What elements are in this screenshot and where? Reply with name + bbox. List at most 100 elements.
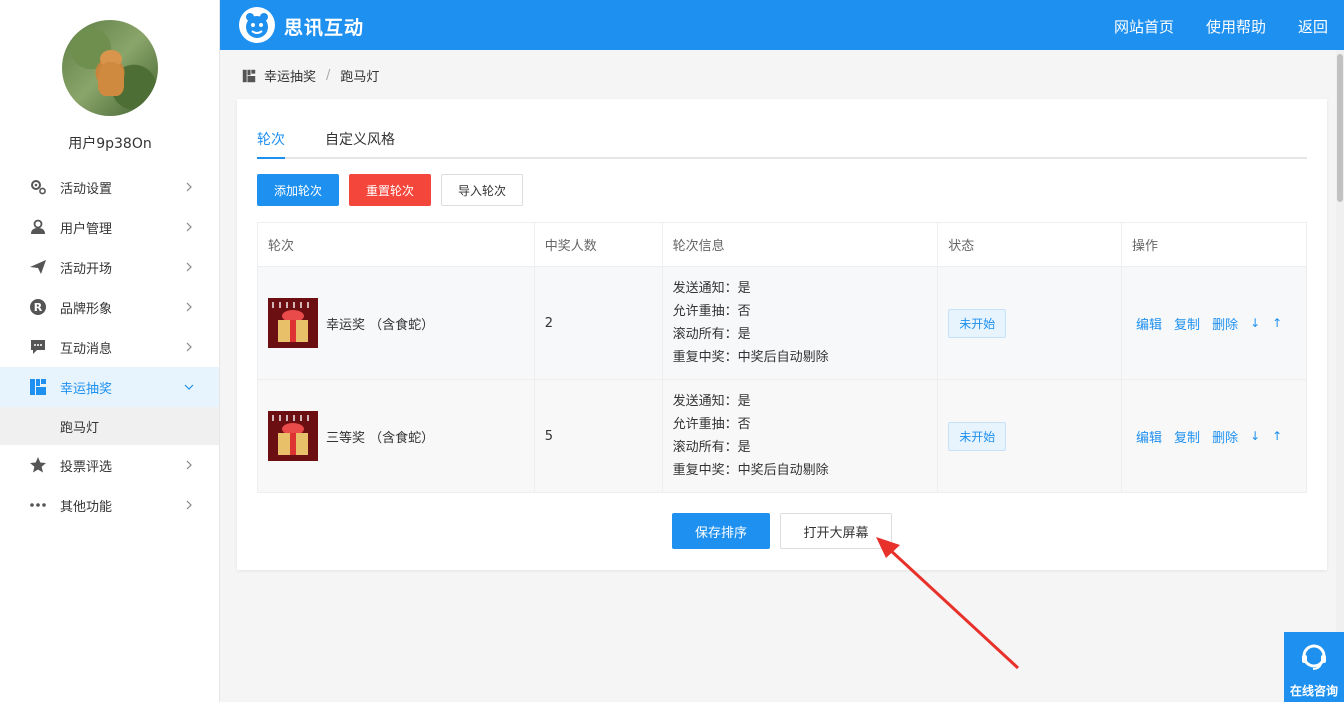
online-consult-button[interactable]: 在线咨询 (1284, 632, 1344, 702)
annotation-arrow (876, 537, 1020, 670)
username: 用户9p38On (68, 136, 152, 152)
prize-cell: 幸运奖 （含食蛇） (268, 298, 534, 348)
nav-help-link[interactable]: 使用帮助 (1206, 16, 1266, 37)
scrollbar-thumb[interactable] (1337, 54, 1343, 202)
top-nav: 网站首页 使用帮助 返回 (1082, 16, 1328, 37)
move-up-icon[interactable]: ↑ (1272, 429, 1282, 443)
round-info-cell: 发送通知：是 允许重抽：否 滚动所有：是 重复中奖：中奖后自动剔除 (661, 266, 939, 380)
chevron-down-icon (184, 384, 194, 390)
paper-plane-icon (28, 257, 48, 277)
sidebar-item-other-functions[interactable]: 其他功能 (0, 485, 219, 525)
table-row: 三等奖 （含食蛇） 5 发送通知：是 允许重抽：否 滚动所有：是 重复中奖：中奖… (257, 379, 1307, 493)
sidebar-item-label: 活动设置 (60, 181, 113, 197)
sidebar-subitem-label: 跑马灯 (60, 420, 100, 436)
add-round-button[interactable]: 添加轮次 (257, 174, 340, 206)
lottery-icon (242, 69, 256, 82)
column-header: 轮次信息 (661, 222, 939, 267)
prize-image (268, 411, 318, 461)
logo-icon[interactable] (239, 7, 275, 43)
table-header-row: 轮次 中奖人数 轮次信息 状态 操作 (257, 222, 1307, 267)
sidebar-item-voting[interactable]: 投票评选 (0, 445, 219, 485)
sidebar-item-activity-opening[interactable]: 活动开场 (0, 247, 219, 287)
round-name-cell: 幸运奖 （含食蛇） (257, 266, 535, 380)
status-badge: 未开始 (948, 308, 1007, 338)
chevron-right-icon (186, 342, 192, 352)
sidebar-item-label: 活动开场 (60, 261, 113, 277)
edit-link[interactable]: 编辑 (1136, 314, 1162, 333)
sidebar-item-label: 投票评选 (60, 459, 113, 475)
sidebar-item-user-management[interactable]: 用户管理 (0, 207, 219, 247)
chevron-right-icon (186, 460, 192, 470)
sidebar-item-lucky-draw[interactable]: 幸运抽奖 (0, 367, 219, 407)
round-name: 三等奖 （含食蛇） (326, 430, 435, 446)
gears-icon (28, 177, 48, 197)
reset-rounds-button[interactable]: 重置轮次 (349, 174, 432, 206)
prize-cell: 三等奖 （含食蛇） (268, 411, 534, 461)
nav-back-link[interactable]: 返回 (1298, 16, 1328, 37)
info-line: 滚动所有：是 (672, 327, 751, 342)
breadcrumb-current: 跑马灯 (340, 70, 380, 85)
status-cell: 未开始 (937, 266, 1123, 380)
nav-home-link[interactable]: 网站首页 (1114, 16, 1174, 37)
copy-link[interactable]: 复制 (1174, 314, 1200, 333)
sidebar-item-label: 互动消息 (60, 341, 113, 357)
round-name: 幸运奖 （含食蛇） (326, 317, 435, 333)
sidebar-menu: 活动设置 用户管理 活动开场 R 品牌形象 互动消息 幸运抽奖 跑马灯 投票评选… (0, 167, 219, 525)
move-up-icon[interactable]: ↑ (1272, 316, 1282, 330)
avatar[interactable] (62, 20, 158, 116)
copy-link[interactable]: 复制 (1174, 427, 1200, 446)
breadcrumb-item[interactable]: 幸运抽奖 (264, 66, 316, 85)
brand-name[interactable]: 思讯互动 (284, 13, 364, 40)
user-icon (28, 217, 48, 237)
delete-link[interactable]: 删除 (1212, 314, 1238, 333)
delete-link[interactable]: 删除 (1212, 427, 1238, 446)
round-name-cell: 三等奖 （含食蛇） (257, 379, 535, 493)
round-info-cell: 发送通知：是 允许重抽：否 滚动所有：是 重复中奖：中奖后自动剔除 (661, 379, 939, 493)
bottom-buttons: 保存排序 打开大屏幕 (672, 513, 902, 549)
info-line: 允许重抽：否 (672, 417, 751, 432)
move-down-icon[interactable]: ↓ (1250, 429, 1260, 443)
info-line: 允许重抽：否 (672, 304, 751, 319)
more-icon (28, 495, 48, 515)
import-rounds-button[interactable]: 导入轮次 (441, 174, 524, 206)
winners-count: 5 (533, 379, 663, 493)
info-line: 重复中奖：中奖后自动剔除 (672, 463, 829, 478)
sidebar: 用户9p38On 活动设置 用户管理 活动开场 R 品牌形象 互动消息 幸运抽奖… (0, 0, 220, 702)
tab-bar: 轮次 自定义风格 (257, 129, 1307, 159)
ops-cell: 编辑 复制 删除 ↓ ↑ (1121, 266, 1307, 380)
status-cell: 未开始 (937, 379, 1123, 493)
sidebar-subitem-marquee[interactable]: 跑马灯 (0, 407, 219, 445)
column-header: 中奖人数 (533, 222, 663, 267)
sidebar-item-activity-settings[interactable]: 活动设置 (0, 167, 219, 207)
status-badge: 未开始 (948, 421, 1007, 451)
main-card: 轮次 自定义风格 添加轮次 重置轮次 导入轮次 轮次 中奖人数 轮次信息 状态 … (237, 99, 1327, 570)
chevron-right-icon (186, 500, 192, 510)
rounds-table: 轮次 中奖人数 轮次信息 状态 操作 幸运奖 （含食蛇） 2 发送通知：是 允许… (257, 222, 1307, 493)
sidebar-item-label: 其他功能 (60, 499, 113, 515)
svg-text:R: R (34, 301, 43, 314)
sidebar-item-interactive-messages[interactable]: 互动消息 (0, 327, 219, 367)
save-order-button[interactable]: 保存排序 (672, 513, 770, 549)
tab-custom-style[interactable]: 自定义风格 (325, 129, 395, 157)
page-scrollbar[interactable] (1336, 50, 1344, 702)
headset-icon (1302, 644, 1326, 670)
breadcrumb-separator: / (326, 68, 331, 83)
ops-cell: 编辑 复制 删除 ↓ ↑ (1121, 379, 1307, 493)
move-down-icon[interactable]: ↓ (1250, 316, 1260, 330)
sidebar-item-label: 用户管理 (60, 221, 113, 237)
column-header: 操作 (1121, 222, 1307, 267)
lottery-icon (28, 377, 48, 397)
table-row: 幸运奖 （含食蛇） 2 发送通知：是 允许重抽：否 滚动所有：是 重复中奖：中奖… (257, 266, 1307, 380)
action-buttons: 添加轮次 重置轮次 导入轮次 (257, 174, 533, 206)
chat-icon (28, 337, 48, 357)
edit-link[interactable]: 编辑 (1136, 427, 1162, 446)
tab-rounds[interactable]: 轮次 (257, 129, 285, 159)
winners-count: 2 (533, 266, 663, 380)
column-header: 状态 (937, 222, 1123, 267)
top-header: 思讯互动 网站首页 使用帮助 返回 (220, 0, 1344, 50)
info-line: 滚动所有：是 (672, 440, 751, 455)
sidebar-item-brand-image[interactable]: R 品牌形象 (0, 287, 219, 327)
info-line: 重复中奖：中奖后自动剔除 (672, 350, 829, 365)
registered-icon: R (28, 297, 48, 317)
sidebar-item-label: 幸运抽奖 (60, 381, 113, 397)
